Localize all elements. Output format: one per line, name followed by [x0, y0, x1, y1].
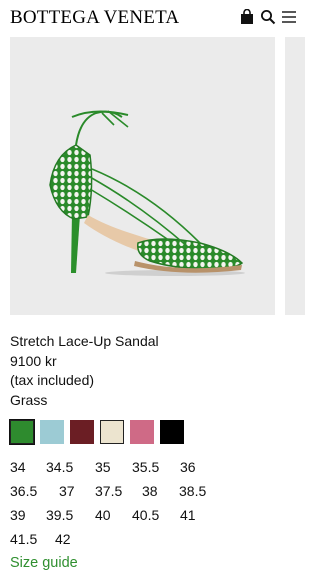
swatch-chip: [70, 420, 94, 444]
product-image[interactable]: [10, 37, 275, 315]
size-option[interactable]: 39: [10, 506, 26, 524]
shopping-bag-icon[interactable]: [239, 9, 255, 25]
tax-note: (tax included): [10, 372, 95, 388]
color-swatch-burgundy[interactable]: [70, 420, 94, 444]
swatch-chip: [100, 420, 124, 444]
size-option[interactable]: 38: [142, 482, 158, 500]
brand-logo[interactable]: BOTTEGA VENETA: [10, 7, 179, 29]
size-option[interactable]: 41.5: [10, 530, 37, 548]
color-swatches: [9, 419, 300, 445]
size-option[interactable]: 42: [55, 530, 71, 548]
size-guide-link[interactable]: Size guide: [10, 555, 78, 571]
top-bar: BOTTEGA VENETA: [0, 0, 305, 36]
size-option[interactable]: 40: [95, 506, 111, 524]
next-image-peek[interactable]: [285, 37, 305, 315]
product-info: Stretch Lace-Up Sandal 9100 kr (tax incl…: [10, 332, 300, 410]
selected-color-name: Grass: [10, 391, 48, 408]
size-option[interactable]: 35.5: [132, 458, 159, 476]
size-option[interactable]: 36: [180, 458, 196, 476]
swatch-chip: [40, 420, 64, 444]
color-swatch-grass[interactable]: [9, 419, 35, 445]
product-price: 9100 kr: [10, 352, 57, 369]
color-swatch-pink[interactable]: [130, 420, 154, 444]
size-option[interactable]: 37.5: [95, 482, 122, 500]
swatch-chip: [10, 420, 34, 444]
search-icon[interactable]: [260, 9, 276, 25]
size-option[interactable]: 39.5: [46, 506, 73, 524]
size-option[interactable]: 34.5: [46, 458, 73, 476]
swatch-chip: [130, 420, 154, 444]
menu-icon[interactable]: [281, 9, 297, 25]
color-swatch-light-blue[interactable]: [40, 420, 64, 444]
size-option[interactable]: 35: [95, 458, 111, 476]
size-option[interactable]: 38.5: [179, 482, 206, 500]
color-swatch-black[interactable]: [160, 420, 184, 444]
size-option[interactable]: 41: [180, 506, 196, 524]
size-option[interactable]: 34: [10, 458, 26, 476]
size-option[interactable]: 40.5: [132, 506, 159, 524]
product-name: Stretch Lace-Up Sandal: [10, 333, 159, 349]
sandal-illustration: [49, 110, 245, 276]
color-swatch-cream[interactable]: [100, 420, 124, 444]
size-option[interactable]: 36.5: [10, 482, 37, 500]
swatch-chip: [160, 420, 184, 444]
size-option[interactable]: 37: [59, 482, 75, 500]
